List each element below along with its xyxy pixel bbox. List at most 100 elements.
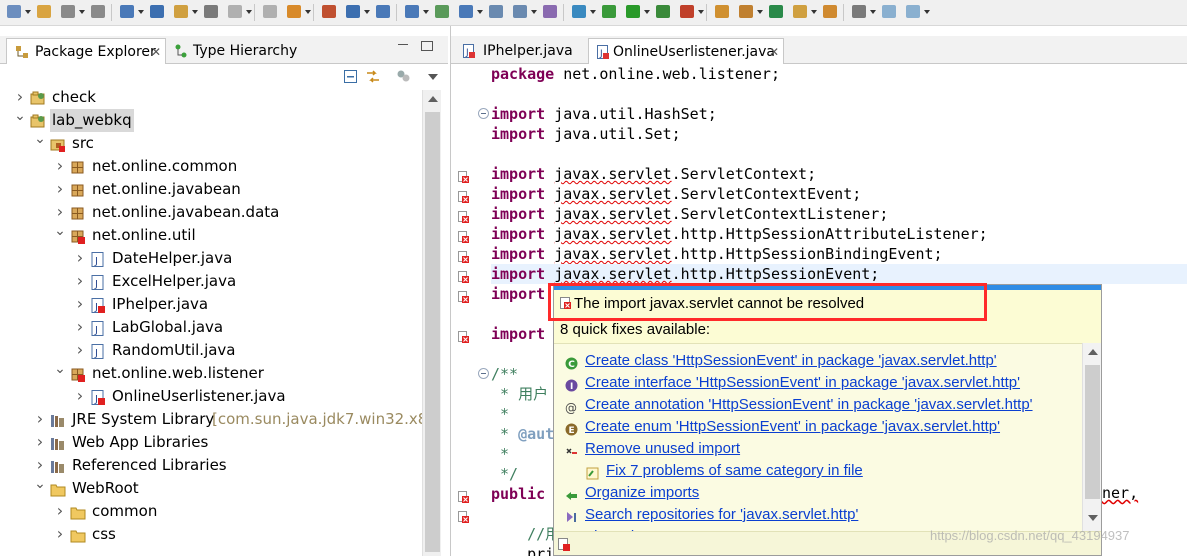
fold-toggle-icon[interactable] xyxy=(478,368,489,379)
chevron-right-icon[interactable]: › xyxy=(34,430,46,453)
collapse-all-icon[interactable] xyxy=(344,70,357,83)
chevron-right-icon[interactable]: › xyxy=(74,292,86,315)
quick-fix-link[interactable]: Create interface 'HttpSessionEvent' in p… xyxy=(585,372,1020,394)
tree-item[interactable]: › J DateHelper.java xyxy=(0,247,422,270)
error-marker-icon[interactable] xyxy=(458,488,470,503)
run-icon[interactable] xyxy=(625,4,650,21)
error-marker-icon[interactable] xyxy=(458,288,470,303)
chevron-down-icon[interactable] xyxy=(25,10,31,14)
error-marker-icon[interactable] xyxy=(458,228,470,243)
error-marker-icon[interactable] xyxy=(458,168,470,183)
quick-fix-link[interactable]: Fix 7 problems of same category in file xyxy=(606,460,863,482)
new-server-icon[interactable] xyxy=(286,4,311,21)
hover-settings-icon[interactable] xyxy=(558,538,571,551)
quick-fix-link[interactable]: Search repositories for 'javax.servlet.h… xyxy=(585,504,858,526)
tree-item[interactable]: › common xyxy=(0,500,422,523)
close-icon[interactable]: ✕ xyxy=(769,39,779,65)
chevron-down-icon[interactable] xyxy=(192,10,198,14)
chevron-down-icon[interactable]: ⌄ xyxy=(34,473,46,496)
chevron-down-icon[interactable]: ⌄ xyxy=(54,358,66,381)
tree-item[interactable]: ⌄ WebRoot xyxy=(0,476,422,500)
new-wizard-icon[interactable] xyxy=(36,4,54,21)
external-tools-icon[interactable] xyxy=(679,4,704,21)
prev-annotation-icon[interactable] xyxy=(488,4,506,21)
close-icon[interactable]: ✕ xyxy=(151,39,161,65)
quick-fix-item[interactable]: Search repositories for 'javax.servlet.h… xyxy=(554,504,1082,526)
tab-onlineuserlistener[interactable]: J OnlineUserlistener.java ✕ xyxy=(588,38,784,64)
chevron-right-icon[interactable]: › xyxy=(74,315,86,338)
new-class-icon[interactable] xyxy=(768,4,786,21)
chevron-right-icon[interactable]: › xyxy=(74,338,86,361)
scroll-up-icon[interactable] xyxy=(428,96,438,102)
error-marker-icon[interactable] xyxy=(458,328,470,343)
tomcat-icon[interactable] xyxy=(321,4,339,21)
chevron-right-icon[interactable]: › xyxy=(74,246,86,269)
undo-icon[interactable] xyxy=(227,4,252,21)
tree-item[interactable]: › Referenced Libraries xyxy=(0,454,422,477)
minimize-icon[interactable] xyxy=(398,44,408,46)
chevron-down-icon[interactable] xyxy=(590,10,596,14)
quick-fix-item[interactable]: E Create enum 'HttpSessionEvent' in packa… xyxy=(554,416,1082,438)
quick-fix-item[interactable]: Organize imports xyxy=(554,482,1082,504)
print-icon[interactable] xyxy=(119,4,144,21)
error-marker-icon[interactable] xyxy=(458,188,470,203)
chevron-right-icon[interactable]: › xyxy=(54,154,66,177)
chevron-down-icon[interactable] xyxy=(811,10,817,14)
open-type-icon[interactable] xyxy=(345,4,370,21)
tab-package-explorer[interactable]: Package Explorer ✕ xyxy=(6,38,166,64)
tree-item[interactable]: › check xyxy=(0,86,422,109)
chevron-down-icon[interactable] xyxy=(924,10,930,14)
chevron-down-icon[interactable] xyxy=(138,10,144,14)
view-menu-icon[interactable] xyxy=(428,74,438,80)
scroll-down-icon[interactable] xyxy=(1088,515,1098,521)
chevron-down-icon[interactable] xyxy=(698,10,704,14)
quick-fix-item[interactable]: I Create interface 'HttpSessionEvent' in … xyxy=(554,372,1082,394)
toggle-terminal-icon[interactable] xyxy=(149,4,167,21)
tree-item[interactable]: › J LabGlobal.java xyxy=(0,316,422,339)
chevron-down-icon[interactable] xyxy=(531,10,537,14)
error-marker-icon[interactable] xyxy=(458,208,470,223)
chevron-down-icon[interactable] xyxy=(246,10,252,14)
tree-item[interactable]: › J IPhelper.java xyxy=(0,293,422,316)
new-package-icon[interactable] xyxy=(738,4,763,21)
filters-icon[interactable] xyxy=(396,69,411,83)
chevron-right-icon[interactable]: › xyxy=(74,269,86,292)
quick-fix-item[interactable]: Fix 7 problems of same category in file xyxy=(554,460,1082,482)
error-marker-icon[interactable] xyxy=(458,268,470,283)
error-marker-icon[interactable] xyxy=(458,508,470,523)
search-icon[interactable] xyxy=(375,4,393,21)
link-with-editor-icon[interactable] xyxy=(365,69,381,84)
chevron-down-icon[interactable]: ⌄ xyxy=(34,128,46,151)
tree-item[interactable]: ⌄ net.online.util xyxy=(0,223,422,247)
tree-item[interactable]: › net.online.javabean xyxy=(0,178,422,201)
chevron-down-icon[interactable] xyxy=(364,10,370,14)
web-browser-icon[interactable] xyxy=(458,4,483,21)
quick-fix-link[interactable]: Remove unused import xyxy=(585,438,740,460)
tree-item[interactable]: ⌄ src xyxy=(0,131,422,155)
forward-icon[interactable] xyxy=(905,4,930,21)
tab-type-hierarchy[interactable]: Type Hierarchy xyxy=(168,38,298,64)
chevron-down-icon[interactable]: ⌄ xyxy=(54,220,66,243)
tree-item[interactable]: › css xyxy=(0,523,422,546)
tree-item[interactable]: › J ExcelHelper.java xyxy=(0,270,422,293)
quick-fix-scrollbar[interactable] xyxy=(1082,343,1101,531)
chevron-down-icon[interactable]: ⌄ xyxy=(14,105,26,128)
tree-scrollbar[interactable] xyxy=(422,90,441,556)
tree-item[interactable]: › J OnlineUserlistener.java xyxy=(0,385,422,408)
redo-icon[interactable] xyxy=(262,4,280,21)
quick-fix-link[interactable]: Organize imports xyxy=(585,482,699,504)
tree-item[interactable]: › Web App Libraries xyxy=(0,431,422,454)
coverage-icon[interactable] xyxy=(655,4,673,21)
chevron-down-icon[interactable] xyxy=(870,10,876,14)
save-all-icon[interactable] xyxy=(90,4,108,21)
chevron-right-icon[interactable]: › xyxy=(54,499,66,522)
tab-iphelper[interactable]: J IPhelper.java xyxy=(455,38,585,64)
quick-fix-link[interactable]: Create annotation 'HttpSessionEvent' in … xyxy=(585,394,1033,416)
task-icon[interactable] xyxy=(434,4,452,21)
debug-icon[interactable] xyxy=(601,4,619,21)
scroll-up-icon[interactable] xyxy=(1088,349,1098,355)
chevron-down-icon[interactable] xyxy=(305,10,311,14)
tree-item[interactable]: ⌄ lab_webkq xyxy=(0,108,422,132)
open-console-icon[interactable] xyxy=(404,4,429,21)
build-icon[interactable] xyxy=(203,4,221,21)
